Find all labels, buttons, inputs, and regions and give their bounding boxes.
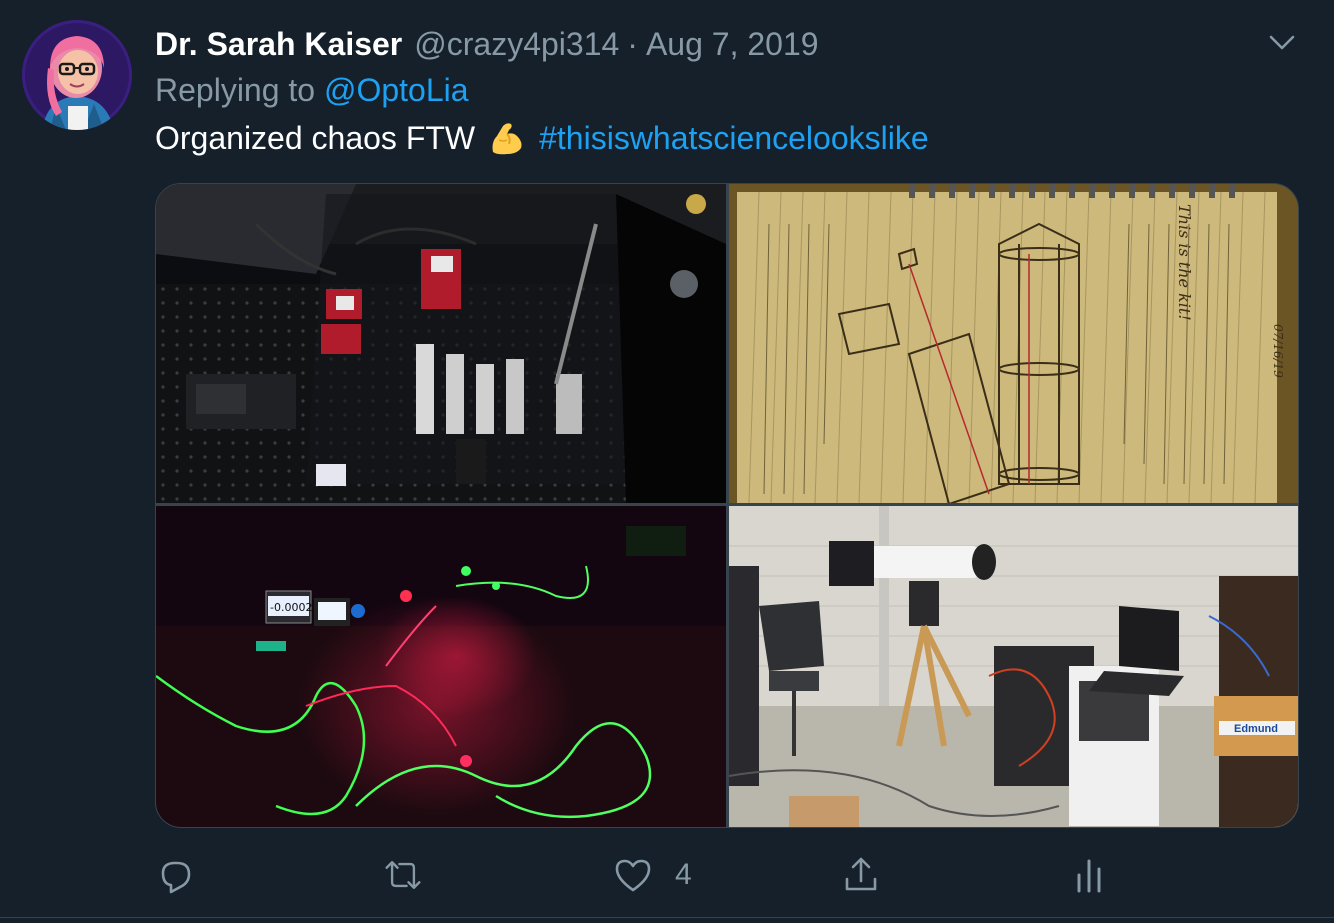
notebook-header-text: This is the kit! <box>1175 204 1194 321</box>
share-icon <box>845 857 877 891</box>
author-name[interactable]: Dr. Sarah Kaiser <box>155 26 402 63</box>
tweet-text-main: Organized chaos FTW <box>155 119 476 156</box>
replying-to-link[interactable]: @OptoLia <box>324 72 469 108</box>
hashtag-link[interactable]: #thisiswhatsciencelookslike <box>539 120 929 157</box>
like-count: 4 <box>675 858 692 891</box>
author-handle[interactable]: @crazy4pi314 <box>414 26 619 63</box>
laser-lab-dark-photo[interactable]: -0.0002 <box>156 506 726 827</box>
reply-icon <box>161 861 191 894</box>
tweet-divider <box>0 917 1334 918</box>
avatar[interactable] <box>22 20 132 130</box>
replying-prefix: Replying to <box>155 72 316 108</box>
tweet[interactable]: Dr. Sarah Kaiser @crazy4pi314 · Aug 7, 2… <box>0 0 1334 923</box>
optics-table-enclosure-photo[interactable] <box>156 184 726 503</box>
avatar-illustration <box>22 20 132 130</box>
media-grid: This is the kit! 07/16/19 -0.0002 Edmund <box>155 183 1299 828</box>
analytics-button[interactable] <box>1069 850 1109 900</box>
chevron-down-icon <box>1269 35 1295 50</box>
telescope-lab-photo[interactable]: Edmund <box>729 506 1298 827</box>
replying-to-line: Replying to @OptoLia <box>155 72 469 109</box>
tweet-date[interactable]: Aug 7, 2019 <box>646 26 819 63</box>
header-separator: · <box>627 25 638 62</box>
analytics-icon <box>1077 859 1101 893</box>
like-button[interactable]: 4 <box>613 850 692 900</box>
reply-button[interactable] <box>155 850 195 900</box>
notebook-sketch-photo[interactable]: This is the kit! 07/16/19 <box>729 184 1298 503</box>
heart-icon <box>615 859 651 892</box>
power-meter-reading: -0.0002 <box>270 601 312 614</box>
share-button[interactable] <box>841 850 881 900</box>
tweet-header: Dr. Sarah Kaiser @crazy4pi314 · Aug 7, 2… <box>155 22 819 66</box>
box-label-text: Edmund <box>1234 723 1278 735</box>
flexed-biceps-icon <box>487 118 527 158</box>
retweet-icon <box>385 861 421 889</box>
tweet-text: Organized chaos FTW #thisiswhatsciencelo… <box>155 118 929 158</box>
tweet-actions: 4 <box>155 850 1155 900</box>
notebook-date-text: 07/16/19 <box>1271 324 1285 378</box>
retweet-button[interactable] <box>383 850 423 900</box>
more-options-button[interactable] <box>1262 28 1302 58</box>
